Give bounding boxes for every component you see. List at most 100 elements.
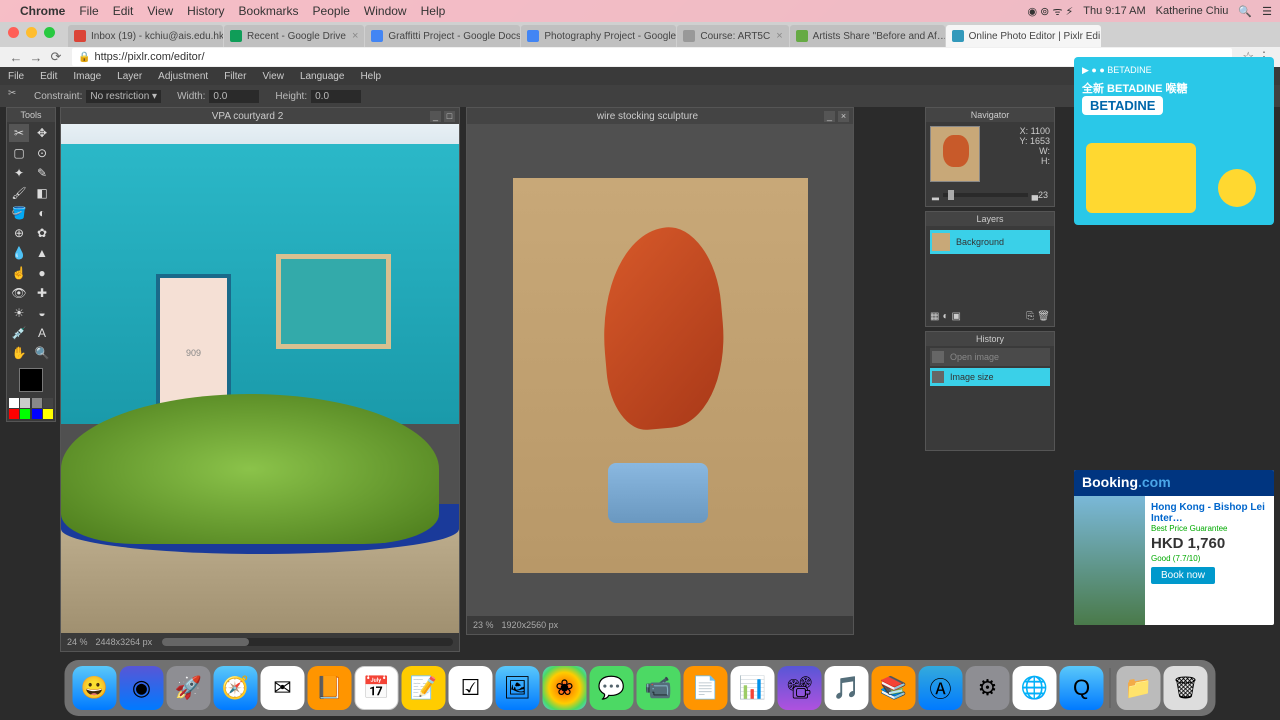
doc1-maximize[interactable]: □ xyxy=(444,111,455,122)
status-icons[interactable]: ◉ ⊚ ᯤ ⚡︎ xyxy=(1028,4,1074,19)
tab-gmail[interactable]: Inbox (19) - kchiu@ais.edu.hk× xyxy=(68,25,223,47)
doc2-titlebar[interactable]: wire stocking sculpture _× xyxy=(467,108,853,124)
doc1-zoom[interactable]: 24 % xyxy=(67,637,88,647)
bucket-tool[interactable]: 🪣 xyxy=(9,204,29,222)
minimize-window[interactable] xyxy=(26,27,37,38)
ad-betadine[interactable]: ▶ ● ● BETADINE 全新 BETADINE 喉糖 BETADINE xyxy=(1074,57,1274,225)
ad-booking[interactable]: Booking.com Hong Kong - Bishop Lei Inter… xyxy=(1074,470,1274,625)
dock-calendar[interactable]: 📅 xyxy=(355,666,399,710)
dodge-tool[interactable]: ☀ xyxy=(9,304,29,322)
doc1-minimize[interactable]: _ xyxy=(430,111,441,122)
layer-duplicate-icon[interactable]: ⎘ xyxy=(1026,311,1034,322)
menu-history[interactable]: History xyxy=(187,4,224,18)
close-tab[interactable]: × xyxy=(352,30,358,42)
dock-reminders[interactable]: ☑ xyxy=(449,666,493,710)
dock-siri[interactable]: ◉ xyxy=(120,666,164,710)
dock-launchpad[interactable]: 🚀 xyxy=(167,666,211,710)
doc2-close[interactable]: × xyxy=(838,111,849,122)
dock-mail[interactable]: ✉ xyxy=(261,666,305,710)
dock-trash[interactable]: 🗑 xyxy=(1164,666,1208,710)
layer-background[interactable]: Background xyxy=(930,230,1050,254)
dock-itunes[interactable]: 🎵 xyxy=(825,666,869,710)
gradient-tool[interactable]: ◐ xyxy=(32,204,52,222)
px-language[interactable]: Language xyxy=(300,71,345,82)
zoom-out-icon[interactable]: ▂ xyxy=(932,190,939,201)
dock-facetime[interactable]: 📹 xyxy=(637,666,681,710)
px-help[interactable]: Help xyxy=(360,71,381,82)
zoom-tool[interactable]: 🔍 xyxy=(32,344,52,362)
dock-downloads[interactable]: 📁 xyxy=(1117,666,1161,710)
close-window[interactable] xyxy=(8,27,19,38)
maximize-window[interactable] xyxy=(44,27,55,38)
doc2-canvas[interactable] xyxy=(467,124,853,627)
tab-artists[interactable]: Artists Share "Before and Af…× xyxy=(790,25,945,47)
history-item-resize[interactable]: Image size xyxy=(930,368,1050,386)
width-input[interactable]: 0.0 xyxy=(209,90,259,103)
clock[interactable]: Thu 9:17 AM xyxy=(1083,5,1145,17)
marquee-tool[interactable]: ▢ xyxy=(9,144,29,162)
px-adjustment[interactable]: Adjustment xyxy=(158,71,208,82)
user-name[interactable]: Katherine Chiu xyxy=(1156,5,1229,17)
ad2-cta[interactable]: Book now xyxy=(1151,567,1215,584)
layer-mask-icon[interactable]: ◐ xyxy=(942,311,948,322)
menu-edit[interactable]: Edit xyxy=(113,4,134,18)
px-filter[interactable]: Filter xyxy=(224,71,246,82)
doc2-zoom[interactable]: 23 % xyxy=(473,620,494,630)
picker-tool[interactable]: 💉 xyxy=(9,324,29,342)
stamp-tool[interactable]: ✿ xyxy=(32,224,52,242)
clone-tool[interactable]: ⊕ xyxy=(9,224,29,242)
dock-chrome[interactable]: 🌐 xyxy=(1013,666,1057,710)
tab-docs2[interactable]: Photography Project - Google× xyxy=(521,25,676,47)
dock-safari[interactable]: 🧭 xyxy=(214,666,258,710)
heal-tool[interactable]: ✚ xyxy=(32,284,52,302)
dock-appstore[interactable]: Ⓐ xyxy=(919,666,963,710)
sharpen-tool[interactable]: ▲ xyxy=(32,244,52,262)
tab-drive[interactable]: Recent - Google Drive× xyxy=(224,25,364,47)
px-view[interactable]: View xyxy=(262,71,284,82)
pencil-tool[interactable]: ✎ xyxy=(32,164,52,182)
tab-docs1[interactable]: Graffitti Project - Google Docs× xyxy=(365,25,520,47)
doc1-scrollbar[interactable] xyxy=(162,638,453,646)
tab-course[interactable]: Course: ART5C× xyxy=(677,25,788,47)
dock-messages[interactable]: 💬 xyxy=(590,666,634,710)
dock-ibooks2[interactable]: 📚 xyxy=(872,666,916,710)
crop-tool[interactable]: ✂ xyxy=(9,124,29,142)
layer-settings-icon[interactable]: ▦ xyxy=(930,311,939,322)
dock-settings[interactable]: ⚙ xyxy=(966,666,1010,710)
constraint-dropdown[interactable]: No restriction ▾ xyxy=(86,90,161,103)
menu-file[interactable]: File xyxy=(79,4,98,18)
height-input[interactable]: 0.0 xyxy=(311,90,361,103)
dock-numbers[interactable]: 📊 xyxy=(731,666,775,710)
dock-keynote[interactable]: 📽 xyxy=(778,666,822,710)
menu-bookmarks[interactable]: Bookmarks xyxy=(239,4,299,18)
dock-photos[interactable]: ❀ xyxy=(543,666,587,710)
dock-quicktime[interactable]: Q xyxy=(1060,666,1104,710)
notification-center-icon[interactable]: ☰ xyxy=(1262,5,1272,18)
wand-tool[interactable]: ✦ xyxy=(9,164,29,182)
close-tab[interactable]: × xyxy=(776,30,782,42)
menu-window[interactable]: Window xyxy=(364,4,407,18)
url-field[interactable]: 🔒https://pixlr.com/editor/ xyxy=(72,48,1232,66)
doc1-titlebar[interactable]: VPA courtyard 2 _□ xyxy=(61,108,459,124)
menu-view[interactable]: View xyxy=(147,4,173,18)
type-tool[interactable]: A xyxy=(32,324,52,342)
dock-finder[interactable]: 😀 xyxy=(73,666,117,710)
dock-preview[interactable]: 🖼 xyxy=(496,666,540,710)
hand-tool[interactable]: ✋ xyxy=(9,344,29,362)
move-tool[interactable]: ✥ xyxy=(32,124,52,142)
lasso-tool[interactable]: ⊙ xyxy=(32,144,52,162)
navigator-zoom-slider[interactable]: ▂ ▄ 23 xyxy=(932,188,1048,202)
eraser-tool[interactable]: ◧ xyxy=(32,184,52,202)
reload-button[interactable]: ⟳ xyxy=(46,49,66,65)
dock-notes[interactable]: 📝 xyxy=(402,666,446,710)
smudge-tool[interactable]: ☝ xyxy=(9,264,29,282)
px-image[interactable]: Image xyxy=(73,71,101,82)
dock-pages[interactable]: 📄 xyxy=(684,666,728,710)
layer-add-icon[interactable]: ▣ xyxy=(952,311,961,322)
tab-pixlr[interactable]: Online Photo Editor | Pixlr Edi× xyxy=(946,25,1101,47)
history-item-open[interactable]: Open image xyxy=(930,348,1050,366)
menu-help[interactable]: Help xyxy=(421,4,446,18)
sponge-tool[interactable]: ● xyxy=(32,264,52,282)
dock-ibooks[interactable]: 📙 xyxy=(308,666,352,710)
px-file[interactable]: File xyxy=(8,71,24,82)
